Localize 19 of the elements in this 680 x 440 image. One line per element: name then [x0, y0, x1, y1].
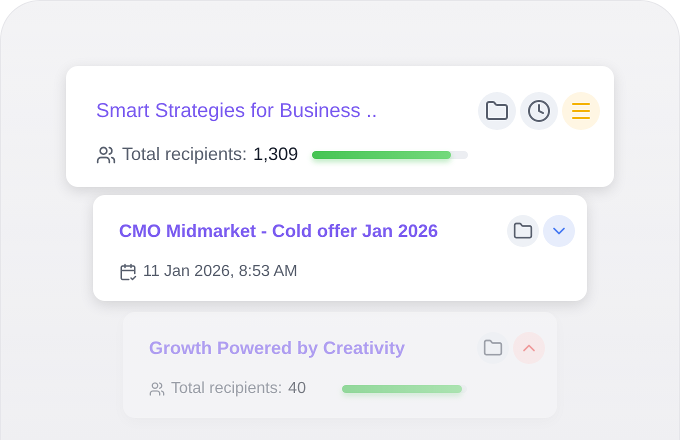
users-icon — [96, 144, 116, 164]
clock-icon — [527, 99, 551, 123]
campaign-title[interactable]: CMO Midmarket - Cold offer Jan 2026 — [119, 220, 438, 242]
date-text: 11 Jan 2026, 8:53 AM — [143, 263, 298, 281]
folder-button[interactable] — [507, 215, 539, 247]
calendar-icon — [119, 263, 137, 281]
users-icon — [149, 381, 165, 397]
collapse-button[interactable] — [513, 332, 545, 364]
folder-icon — [513, 221, 533, 241]
schedule-button[interactable] — [520, 92, 558, 130]
recipients-label: Total recipients: — [122, 144, 248, 165]
recipients-label: Total recipients: — [171, 380, 282, 398]
folder-icon — [483, 338, 503, 358]
campaign-title[interactable]: Smart Strategies for Business .. — [96, 100, 378, 122]
expand-button[interactable] — [543, 215, 575, 247]
folder-button[interactable] — [478, 92, 516, 130]
recipients-count: 1,309 — [253, 144, 298, 165]
recipients-count: 40 — [288, 380, 306, 398]
folder-icon — [485, 99, 509, 123]
